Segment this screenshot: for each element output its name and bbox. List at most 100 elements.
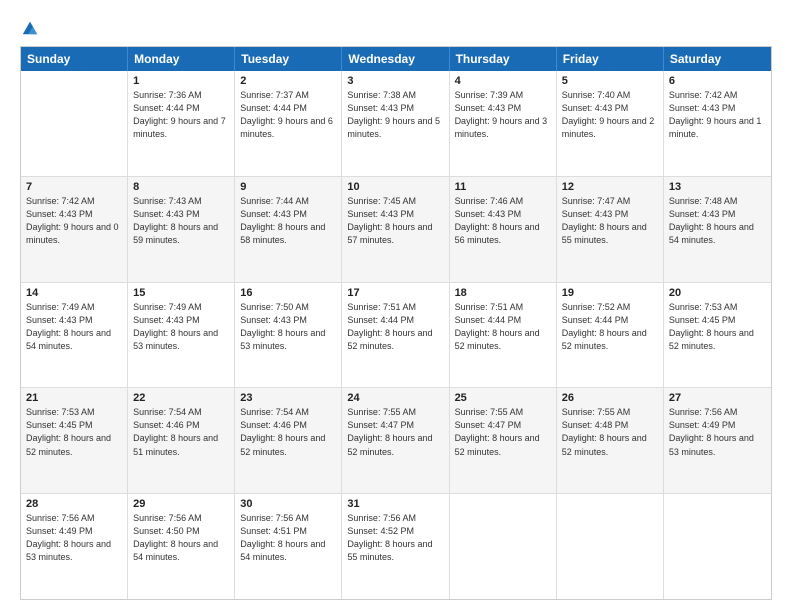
cell-info: Sunrise: 7:49 AM xyxy=(133,301,229,314)
cell-info: Sunset: 4:44 PM xyxy=(347,314,443,327)
cell-info: Sunset: 4:46 PM xyxy=(133,419,229,432)
header-day-wednesday: Wednesday xyxy=(342,47,449,71)
cell-info: Daylight: 9 hours and 0 minutes. xyxy=(26,221,122,247)
cell-info: Sunrise: 7:38 AM xyxy=(347,89,443,102)
cell-info: Daylight: 8 hours and 52 minutes. xyxy=(562,327,658,353)
page: SundayMondayTuesdayWednesdayThursdayFrid… xyxy=(0,0,792,612)
logo xyxy=(20,18,39,36)
cell-info: Sunrise: 7:52 AM xyxy=(562,301,658,314)
cell-info: Daylight: 8 hours and 52 minutes. xyxy=(26,432,122,458)
day-number: 3 xyxy=(347,75,443,87)
cell-info: Sunrise: 7:44 AM xyxy=(240,195,336,208)
cell-info: Sunset: 4:43 PM xyxy=(347,102,443,115)
cell-info: Sunrise: 7:51 AM xyxy=(347,301,443,314)
cell-info: Daylight: 8 hours and 52 minutes. xyxy=(455,327,551,353)
cell-info: Sunrise: 7:37 AM xyxy=(240,89,336,102)
cell-info: Sunset: 4:43 PM xyxy=(133,208,229,221)
calendar-body: 1Sunrise: 7:36 AMSunset: 4:44 PMDaylight… xyxy=(21,71,771,599)
day-number: 24 xyxy=(347,392,443,404)
calendar-cell: 19Sunrise: 7:52 AMSunset: 4:44 PMDayligh… xyxy=(557,283,664,388)
day-number: 21 xyxy=(26,392,122,404)
cell-info: Sunrise: 7:55 AM xyxy=(455,406,551,419)
day-number: 31 xyxy=(347,498,443,510)
header-day-monday: Monday xyxy=(128,47,235,71)
day-number: 16 xyxy=(240,287,336,299)
day-number: 17 xyxy=(347,287,443,299)
calendar-cell: 10Sunrise: 7:45 AMSunset: 4:43 PMDayligh… xyxy=(342,177,449,282)
calendar-cell: 18Sunrise: 7:51 AMSunset: 4:44 PMDayligh… xyxy=(450,283,557,388)
cell-info: Daylight: 8 hours and 54 minutes. xyxy=(669,221,766,247)
calendar-cell: 15Sunrise: 7:49 AMSunset: 4:43 PMDayligh… xyxy=(128,283,235,388)
cell-info: Sunset: 4:51 PM xyxy=(240,525,336,538)
cell-info: Daylight: 9 hours and 1 minute. xyxy=(669,115,766,141)
cell-info: Daylight: 8 hours and 53 minutes. xyxy=(133,327,229,353)
cell-info: Sunrise: 7:56 AM xyxy=(240,512,336,525)
day-number: 5 xyxy=(562,75,658,87)
calendar-cell: 9Sunrise: 7:44 AMSunset: 4:43 PMDaylight… xyxy=(235,177,342,282)
cell-info: Sunrise: 7:36 AM xyxy=(133,89,229,102)
header-day-saturday: Saturday xyxy=(664,47,771,71)
cell-info: Sunrise: 7:45 AM xyxy=(347,195,443,208)
day-number: 22 xyxy=(133,392,229,404)
calendar-cell: 5Sunrise: 7:40 AMSunset: 4:43 PMDaylight… xyxy=(557,71,664,176)
cell-info: Sunset: 4:46 PM xyxy=(240,419,336,432)
day-number: 10 xyxy=(347,181,443,193)
calendar-cell: 29Sunrise: 7:56 AMSunset: 4:50 PMDayligh… xyxy=(128,494,235,599)
cell-info: Sunset: 4:50 PM xyxy=(133,525,229,538)
cell-info: Sunset: 4:44 PM xyxy=(240,102,336,115)
cell-info: Daylight: 8 hours and 56 minutes. xyxy=(455,221,551,247)
calendar-cell xyxy=(450,494,557,599)
day-number: 2 xyxy=(240,75,336,87)
day-number: 29 xyxy=(133,498,229,510)
calendar-cell xyxy=(21,71,128,176)
day-number: 7 xyxy=(26,181,122,193)
cell-info: Daylight: 8 hours and 55 minutes. xyxy=(347,538,443,564)
header-day-thursday: Thursday xyxy=(450,47,557,71)
cell-info: Sunrise: 7:55 AM xyxy=(562,406,658,419)
logo-icon xyxy=(21,18,39,36)
day-number: 9 xyxy=(240,181,336,193)
cell-info: Daylight: 9 hours and 5 minutes. xyxy=(347,115,443,141)
calendar-cell: 28Sunrise: 7:56 AMSunset: 4:49 PMDayligh… xyxy=(21,494,128,599)
cell-info: Daylight: 8 hours and 54 minutes. xyxy=(26,327,122,353)
header xyxy=(20,18,772,36)
header-day-tuesday: Tuesday xyxy=(235,47,342,71)
cell-info: Sunrise: 7:55 AM xyxy=(347,406,443,419)
calendar-row-5: 28Sunrise: 7:56 AMSunset: 4:49 PMDayligh… xyxy=(21,494,771,599)
cell-info: Sunrise: 7:51 AM xyxy=(455,301,551,314)
cell-info: Sunset: 4:44 PM xyxy=(133,102,229,115)
day-number: 27 xyxy=(669,392,766,404)
cell-info: Daylight: 8 hours and 51 minutes. xyxy=(133,432,229,458)
cell-info: Sunset: 4:43 PM xyxy=(347,208,443,221)
calendar-cell: 23Sunrise: 7:54 AMSunset: 4:46 PMDayligh… xyxy=(235,388,342,493)
day-number: 30 xyxy=(240,498,336,510)
day-number: 11 xyxy=(455,181,551,193)
day-number: 6 xyxy=(669,75,766,87)
calendar-cell: 2Sunrise: 7:37 AMSunset: 4:44 PMDaylight… xyxy=(235,71,342,176)
day-number: 20 xyxy=(669,287,766,299)
calendar-cell: 7Sunrise: 7:42 AMSunset: 4:43 PMDaylight… xyxy=(21,177,128,282)
calendar-cell: 26 Sunrise: 7:55 AMSunset: 4:48 PMDayligh… xyxy=(557,388,664,493)
calendar-cell: 14Sunrise: 7:49 AMSunset: 4:43 PMDayligh… xyxy=(21,283,128,388)
calendar-header: SundayMondayTuesdayWednesdayThursdayFrid… xyxy=(21,47,771,71)
calendar-cell xyxy=(557,494,664,599)
cell-info: Daylight: 8 hours and 52 minutes. xyxy=(562,432,658,458)
cell-info: Daylight: 9 hours and 7 minutes. xyxy=(133,115,229,141)
cell-info: Sunrise: 7:43 AM xyxy=(133,195,229,208)
cell-info: Sunset: 4:43 PM xyxy=(26,314,122,327)
cell-info: Sunset: 4:43 PM xyxy=(133,314,229,327)
day-number: 25 xyxy=(455,392,551,404)
calendar-cell: 3 Sunrise: 7:38 AMSunset: 4:43 PMDaylight… xyxy=(342,71,449,176)
cell-info: Sunset: 4:43 PM xyxy=(562,208,658,221)
cell-info: Daylight: 8 hours and 53 minutes. xyxy=(26,538,122,564)
day-number: 26 xyxy=(562,392,658,404)
calendar: SundayMondayTuesdayWednesdayThursdayFrid… xyxy=(20,46,772,600)
calendar-row-1: 1Sunrise: 7:36 AMSunset: 4:44 PMDaylight… xyxy=(21,71,771,177)
calendar-row-2: 7Sunrise: 7:42 AMSunset: 4:43 PMDaylight… xyxy=(21,177,771,283)
cell-info: Sunset: 4:48 PM xyxy=(562,419,658,432)
calendar-cell xyxy=(664,494,771,599)
day-number: 28 xyxy=(26,498,122,510)
cell-info: Sunrise: 7:49 AM xyxy=(26,301,122,314)
calendar-cell: 24Sunrise: 7:55 AMSunset: 4:47 PMDayligh… xyxy=(342,388,449,493)
cell-info: Sunset: 4:49 PM xyxy=(669,419,766,432)
